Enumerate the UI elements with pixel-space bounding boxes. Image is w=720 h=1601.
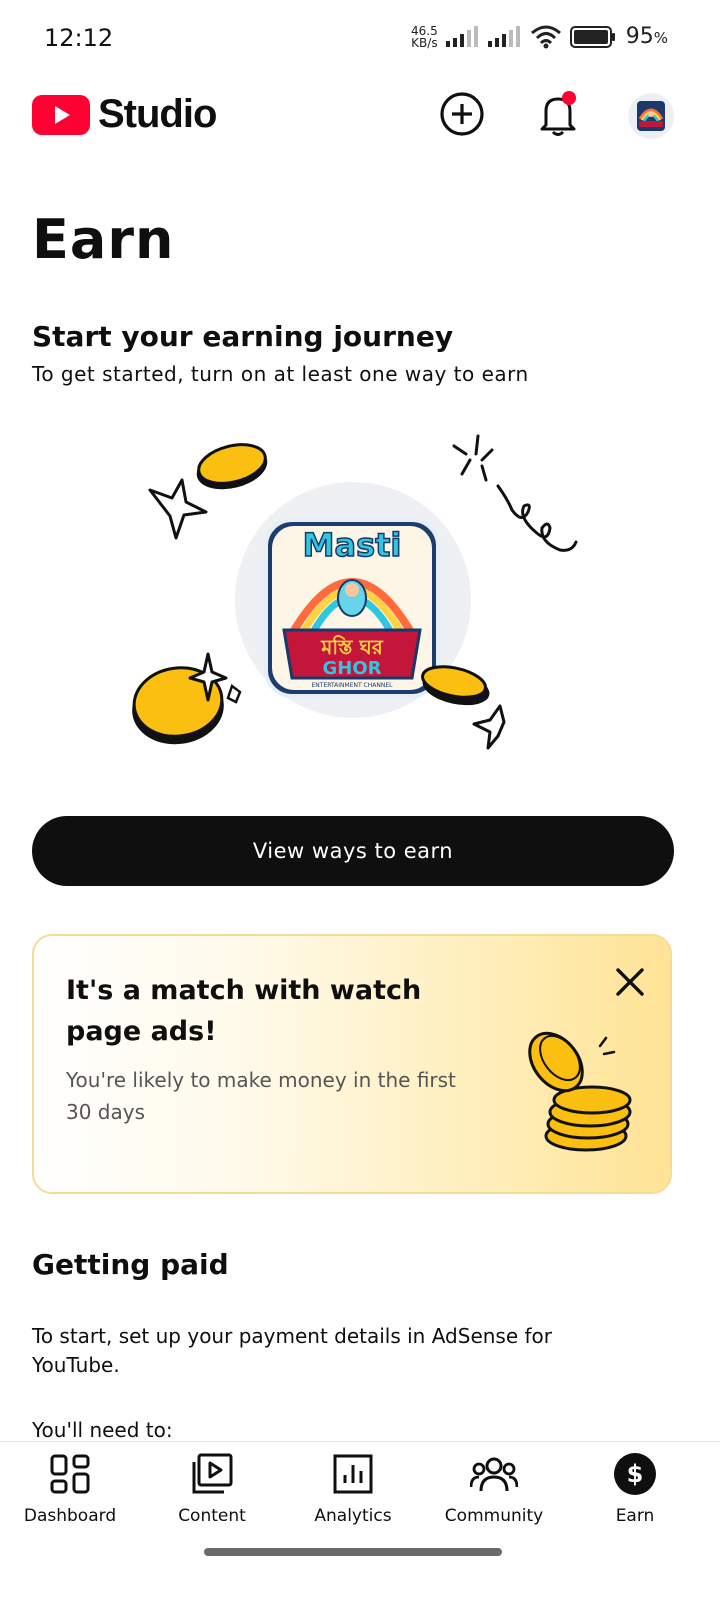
svg-text:$: $ [627,1460,644,1488]
community-icon [470,1450,518,1498]
nav-earn[interactable]: $ Earn [565,1450,705,1526]
network-speed: 46.5 KB/s [411,23,438,50]
channel-avatar[interactable] [628,93,674,139]
view-ways-to-earn-button[interactable]: View ways to earn [32,816,674,886]
svg-text:মস্তি ঘর: মস্তি ঘর [320,635,384,659]
getting-paid-text: To start, set up your payment details in… [32,1324,552,1377]
signal-icon [445,25,478,47]
svg-text:ENTERTAINMENT CHANNEL: ENTERTAINMENT CHANNEL [312,682,394,689]
status-icons: 46.5 KB/s 95% [411,24,668,49]
coin-stack-icon [528,1031,632,1152]
studio-wordmark: Studio [98,92,217,136]
page-title: Earn [32,208,175,271]
earn-icon: $ [611,1450,659,1498]
status-time: 12:12 [44,24,114,52]
avatar-image [628,93,674,139]
nav-analytics[interactable]: Analytics [283,1450,423,1526]
nav-community[interactable]: Community [424,1450,564,1526]
youtube-studio-logo: Studio [32,92,217,137]
watch-page-ads-card: It's a match with watch page ads! You're… [32,934,672,1194]
signal-icon [487,25,520,47]
dashboard-icon [46,1450,94,1498]
create-icon [440,92,484,136]
content-icon [188,1450,236,1498]
battery-percent: 95% [625,24,668,49]
promo-text: You're likely to make money in the first… [66,1068,456,1124]
battery-icon [569,25,615,48]
getting-paid-title: Getting paid [32,1248,229,1281]
notifications-button[interactable] [534,88,582,140]
requirements-heading: You'll need to: [32,1418,173,1442]
nav-dashboard[interactable]: Dashboard [0,1450,140,1526]
promo-title: It's a match with watch page ads! [66,975,422,1047]
notifications-icon [540,91,576,136]
earning-journey-subtitle: To get started, turn on at least one way… [32,362,529,386]
nav-content[interactable]: Content [142,1450,282,1526]
svg-text:Masti: Masti [303,526,402,564]
youtube-logo-icon [32,94,90,135]
bottom-navigation: Dashboard Content Analytics Community $ … [0,1441,720,1601]
analytics-icon [329,1450,377,1498]
home-indicator[interactable] [204,1548,502,1556]
earning-journey-title: Start your earning journey [32,320,454,353]
close-icon[interactable] [610,962,650,1002]
wifi-icon [530,25,561,48]
svg-text:GHOR: GHOR [322,658,381,679]
create-button[interactable] [438,88,486,140]
earning-illustration: Masti মস্তি ঘর GHOR ENTERTAINMENT CHANNE… [132,434,578,750]
